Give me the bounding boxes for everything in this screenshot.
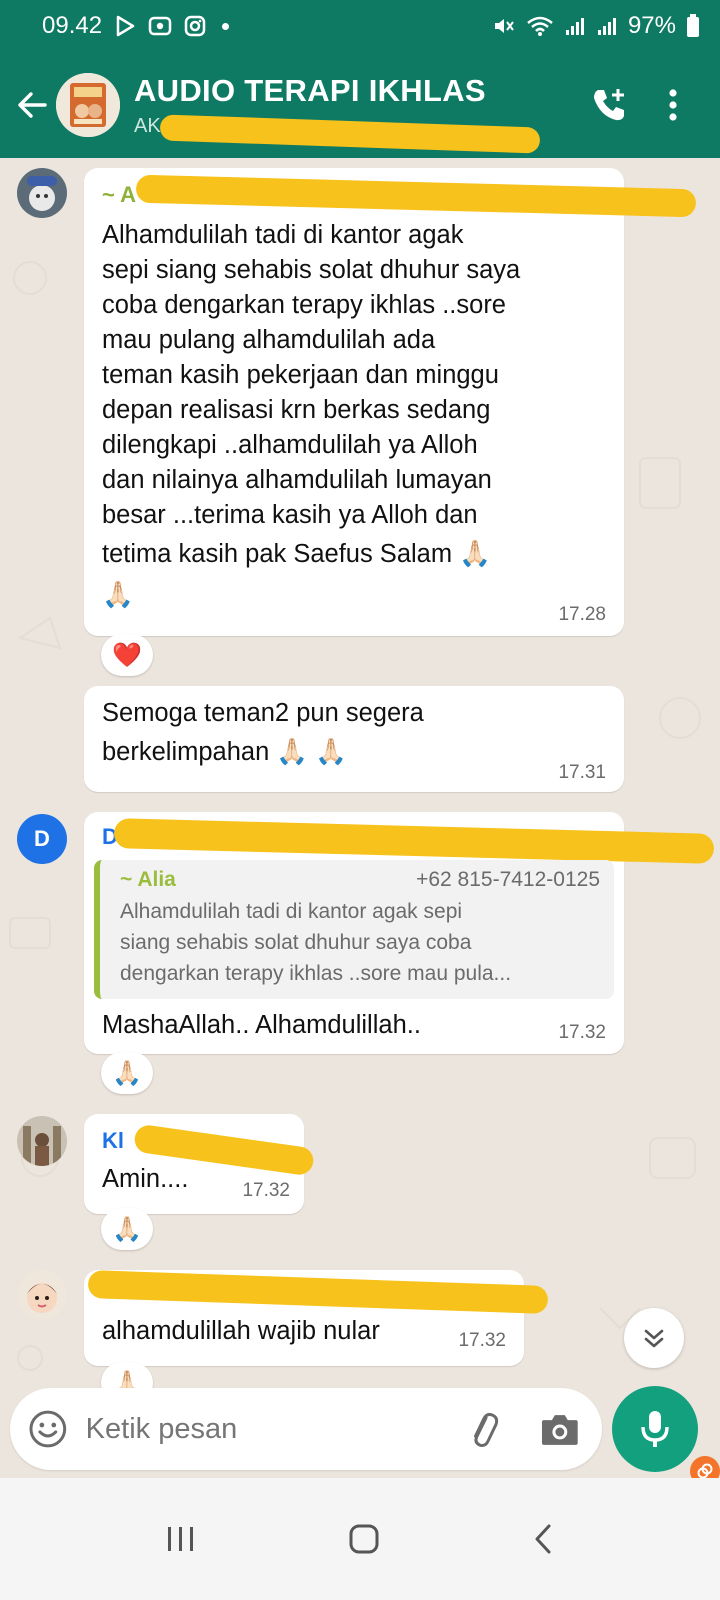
message-bubble-1[interactable]: ~ A Alhamdulilah tadi di kantor agak sep… <box>84 168 697 636</box>
group-name: AUDIO TERAPI IKHLAS <box>134 72 486 108</box>
redaction-mark <box>159 113 541 154</box>
message-input[interactable] <box>85 1412 463 1446</box>
message-time-4: 17.32 <box>242 1180 290 1201</box>
status-bar: 09.42 97% <box>0 0 720 52</box>
instagram-icon <box>184 15 206 37</box>
more-vert-icon[interactable] <box>668 88 678 122</box>
reaction-badge-1[interactable]: ❤️ <box>101 634 153 676</box>
add-call-icon[interactable] <box>590 86 628 124</box>
reaction-badge-4[interactable]: 🙏🏻 <box>101 1208 153 1250</box>
message-time-2: 17.31 <box>558 762 606 783</box>
redaction-mark <box>87 1269 549 1315</box>
sender-avatar-1[interactable] <box>17 168 67 218</box>
signal-icon-2 <box>597 18 616 35</box>
status-time: 09.42 <box>42 12 103 39</box>
sender-name-1: ~ A <box>102 182 137 207</box>
quoted-text: Alhamdulilah tadi di kantor agak sepi si… <box>120 900 512 985</box>
message-time-3: 17.32 <box>558 1022 606 1043</box>
message-text-2: Semoga teman2 pun segera berkelimpahan 🙏… <box>102 699 424 766</box>
scroll-down-button[interactable] <box>624 1308 684 1368</box>
emoji-icon[interactable] <box>28 1409 68 1449</box>
signal-icon-1 <box>565 18 584 35</box>
chat-header: AUDIO TERAPI IKHLAS AK <box>0 52 720 158</box>
system-nav-bar <box>0 1478 720 1600</box>
avatar-letter: D <box>34 826 50 851</box>
avatar-photo-icon <box>17 1116 67 1166</box>
message-time-1: 17.28 <box>558 604 606 625</box>
back-arrow-icon <box>18 92 47 118</box>
message-text-5: alhamdulillah wajib nular <box>102 1317 380 1345</box>
screen-recorder-icon <box>148 16 172 36</box>
mic-button[interactable] <box>612 1386 698 1472</box>
message-text-1: Alhamdulilah tadi di kantor agak sepi si… <box>102 221 521 609</box>
message-bubble-2[interactable]: Semoga teman2 pun segera berkelimpahan 🙏… <box>84 686 624 792</box>
sender-name-4: Kl <box>102 1128 124 1153</box>
message-bubble-3[interactable]: D ~ Alia +62 815-7412-0125 Alhamdulilah … <box>84 812 715 1054</box>
message-input-bar <box>10 1388 602 1470</box>
sender-avatar-3[interactable]: D <box>17 814 67 864</box>
play-store-icon <box>116 15 135 37</box>
battery-icon <box>687 14 699 37</box>
recents-icon[interactable] <box>165 1524 197 1554</box>
avatar-photo-icon <box>17 168 67 218</box>
quoted-sender: ~ Alia <box>120 868 176 891</box>
group-avatar[interactable] <box>56 73 120 137</box>
group-members: AK <box>134 113 590 154</box>
notification-dot-icon <box>222 22 230 30</box>
back-icon[interactable] <box>531 1523 555 1555</box>
message-bubble-5[interactable]: alhamdulillah wajib nular 17.32 <box>84 1269 549 1366</box>
attach-icon[interactable] <box>463 1409 503 1449</box>
sender-avatar-4[interactable] <box>17 1116 67 1166</box>
mute-icon <box>494 19 514 33</box>
reaction-badge-3[interactable]: 🙏🏻 <box>101 1052 153 1094</box>
quoted-phone: +62 815-7412-0125 <box>416 868 600 891</box>
camera-icon[interactable] <box>540 1411 580 1447</box>
back-button[interactable] <box>0 52 64 158</box>
message-bubble-4[interactable]: Kl Amin.... 17.32 <box>84 1114 316 1214</box>
group-info[interactable]: AUDIO TERAPI IKHLAS AK <box>134 72 590 154</box>
sender-avatar-5[interactable] <box>17 1270 67 1320</box>
avatar-photo-icon <box>17 1270 67 1320</box>
battery-percent: 97% <box>627 12 676 39</box>
message-time-5: 17.32 <box>458 1330 506 1351</box>
message-text-4: Amin.... <box>102 1165 189 1193</box>
home-icon[interactable] <box>348 1523 380 1555</box>
chat-area[interactable]: ~ A Alhamdulilah tadi di kantor agak sep… <box>0 158 720 1410</box>
group-photo-icon <box>56 73 120 137</box>
mic-icon <box>641 1411 669 1447</box>
scroll-down-icon <box>644 1329 664 1348</box>
quoted-message[interactable]: ~ Alia +62 815-7412-0125 Alhamdulilah ta… <box>94 860 614 999</box>
redaction-mark <box>135 174 697 218</box>
wifi-icon <box>527 16 553 36</box>
message-text-3: MashaAllah.. Alhamdulillah.. <box>102 1011 421 1039</box>
